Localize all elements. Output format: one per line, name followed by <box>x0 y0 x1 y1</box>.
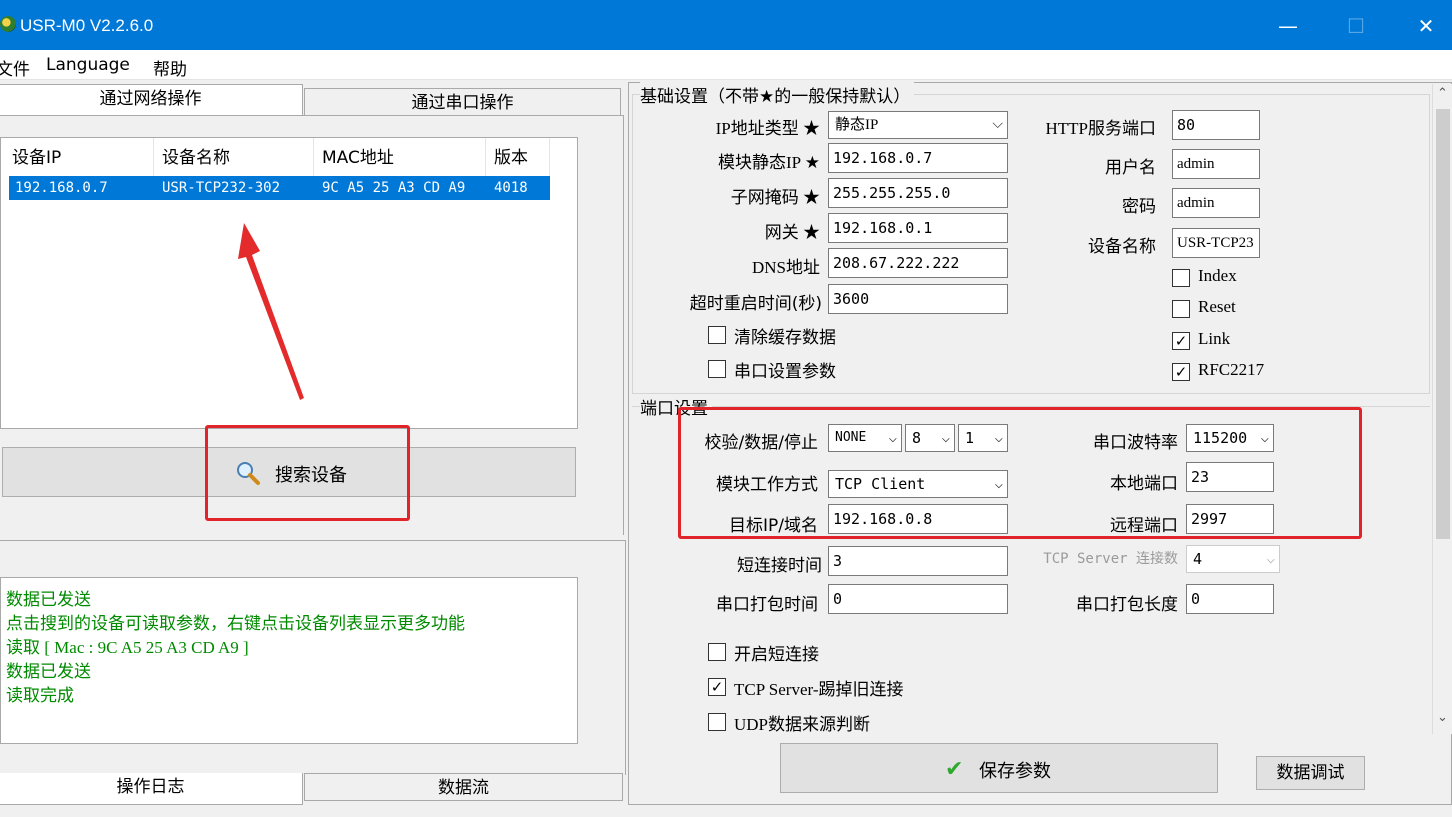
ip-type-label: IP地址类型 ★ <box>715 119 820 138</box>
save-params-button[interactable]: ✔ 保存参数 <box>780 743 1218 793</box>
tab-serial[interactable]: 通过串口操作 <box>304 88 621 118</box>
menu-help[interactable]: 帮助 <box>153 55 187 80</box>
close-button[interactable]: ✕ <box>1406 10 1446 42</box>
static-ip-label: 模块静态IP ★ <box>718 153 820 172</box>
check-icon: ✔ <box>945 757 964 782</box>
password-field[interactable]: admin <box>1172 188 1260 218</box>
settings-scrollbar[interactable]: ⌃ ⌄ <box>1432 84 1452 734</box>
device-mac-cell: 9C A5 25 A3 CD A9 <box>322 180 466 196</box>
chevron-down-icon: ⌵ <box>992 117 1003 132</box>
server-conn-select[interactable]: 4 ⌵ <box>1186 545 1280 573</box>
scroll-thumb[interactable] <box>1436 109 1450 539</box>
rfc2217-label[interactable]: RFC2217 <box>1198 360 1264 380</box>
log-line: 点击搜到的设备可读取参数，右键点击设备列表显示更多功能 <box>6 614 465 634</box>
scroll-up-icon[interactable]: ⌃ <box>1437 86 1448 101</box>
tab-data-stream[interactable]: 数据流 <box>304 773 623 801</box>
annotation-arrow <box>238 223 304 400</box>
clear-cache-label[interactable]: 清除缓存数据 <box>734 323 836 348</box>
ip-type-value: 静态IP <box>835 117 879 133</box>
gateway-label: 网关 ★ <box>764 223 820 242</box>
menu-bar <box>0 50 1452 80</box>
highlight-box-port <box>678 407 1362 539</box>
data-debug-button[interactable]: 数据调试 <box>1256 756 1365 790</box>
log-line: 读取完成 <box>6 686 74 706</box>
index-checkbox[interactable] <box>1172 269 1190 287</box>
password-label: 密码 <box>1122 197 1156 217</box>
basic-settings-title: 基础设置（不带★的一般保持默认） <box>640 82 915 107</box>
kick-old-label[interactable]: TCP Server-踢掉旧连接 <box>734 675 904 700</box>
reset-label[interactable]: Reset <box>1198 297 1236 317</box>
kick-old-checkbox[interactable]: ✓ <box>708 678 726 696</box>
device-version-cell: 4018 <box>494 180 528 196</box>
app-icon <box>0 16 16 32</box>
reset-checkbox[interactable] <box>1172 300 1190 318</box>
device-name-label: 设备名称 <box>1088 237 1156 257</box>
maximize-button[interactable]: ☐ <box>1336 10 1376 42</box>
pack-time-field[interactable]: 0 <box>828 584 1008 614</box>
chevron-down-icon: ⌵ <box>1266 551 1275 567</box>
dns-label: DNS地址 <box>751 258 820 277</box>
udp-source-checkbox[interactable] <box>708 713 726 731</box>
pack-time-label: 串口打包时间 <box>716 595 818 615</box>
menu-file[interactable]: 文件 <box>0 55 30 80</box>
device-name-cell: USR-TCP232-302 <box>162 180 281 196</box>
scroll-down-icon[interactable]: ⌄ <box>1437 710 1448 725</box>
gateway-field[interactable]: 192.168.0.1 <box>828 213 1008 243</box>
check-icon: ✓ <box>1174 363 1188 381</box>
short-time-field[interactable]: 3 <box>828 546 1008 576</box>
rfc2217-checkbox[interactable]: ✓ <box>1172 363 1190 381</box>
tab-network[interactable]: 通过网络操作 <box>0 84 303 116</box>
log-line: 数据已发送 <box>6 590 91 610</box>
column-header[interactable]: MAC地址 <box>314 138 486 178</box>
timeout-label: 超时重启时间(秒) <box>689 294 822 314</box>
column-header[interactable]: 设备名称 <box>154 138 314 178</box>
minimize-button[interactable]: — <box>1268 10 1308 42</box>
link-checkbox[interactable]: ✓ <box>1172 332 1190 350</box>
operation-log[interactable]: 数据已发送 点击搜到的设备可读取参数，右键点击设备列表显示更多功能 读取 [ M… <box>0 577 578 744</box>
dns-field[interactable]: 208.67.222.222 <box>828 248 1008 278</box>
server-conn-value: 4 <box>1193 550 1203 568</box>
tab-operation-log[interactable]: 操作日志 <box>0 773 303 805</box>
highlight-box-search <box>205 425 410 521</box>
pack-len-field[interactable]: 0 <box>1186 584 1274 614</box>
http-port-label: HTTP服务端口 <box>1045 119 1157 138</box>
subnet-field[interactable]: 255.255.255.0 <box>828 178 1008 208</box>
serial-params-checkbox[interactable] <box>708 360 726 378</box>
subnet-label: 子网掩码 ★ <box>730 188 820 207</box>
index-label[interactable]: Index <box>1198 266 1237 286</box>
device-name-field[interactable]: USR-TCP23 <box>1172 228 1260 258</box>
short-conn-checkbox[interactable] <box>708 643 726 661</box>
short-conn-label[interactable]: 开启短连接 <box>734 640 819 665</box>
column-header[interactable]: 设备IP <box>4 138 154 178</box>
username-field[interactable]: admin <box>1172 149 1260 179</box>
short-time-label: 短连接时间 <box>737 556 822 576</box>
check-icon: ✓ <box>1174 332 1188 350</box>
server-conn-label: TCP Server 连接数 <box>1043 551 1178 567</box>
ip-type-select[interactable]: 静态IP ⌵ <box>828 111 1008 139</box>
menu-language[interactable]: Language <box>46 55 130 75</box>
log-line: 数据已发送 <box>6 662 91 682</box>
log-line: 读取 [ Mac : 9C A5 25 A3 CD A9 ] <box>6 638 249 657</box>
username-label: 用户名 <box>1105 158 1156 178</box>
save-params-label: 保存参数 <box>979 761 1051 782</box>
link-label[interactable]: Link <box>1198 329 1230 349</box>
timeout-field[interactable]: 3600 <box>828 284 1008 314</box>
window-title: USR-M0 V2.2.6.0 <box>20 16 154 35</box>
column-header[interactable]: 版本 <box>486 138 550 178</box>
title-bar: USR-M0 V2.2.6.0 — ☐ ✕ <box>0 0 1452 50</box>
pack-len-label: 串口打包长度 <box>1076 595 1178 615</box>
serial-params-label[interactable]: 串口设置参数 <box>734 357 836 382</box>
device-list-header: 设备IP 设备名称 MAC地址 版本 <box>1 138 550 178</box>
device-ip-cell: 192.168.0.7 <box>15 180 108 196</box>
device-row[interactable]: 192.168.0.7 USR-TCP232-302 9C A5 25 A3 C… <box>9 176 550 200</box>
check-icon: ✓ <box>710 678 724 696</box>
http-port-field[interactable]: 80 <box>1172 110 1260 140</box>
udp-source-label[interactable]: UDP数据来源判断 <box>734 710 870 735</box>
clear-cache-checkbox[interactable]: false <box>708 326 726 344</box>
static-ip-field[interactable]: 192.168.0.7 <box>828 143 1008 173</box>
